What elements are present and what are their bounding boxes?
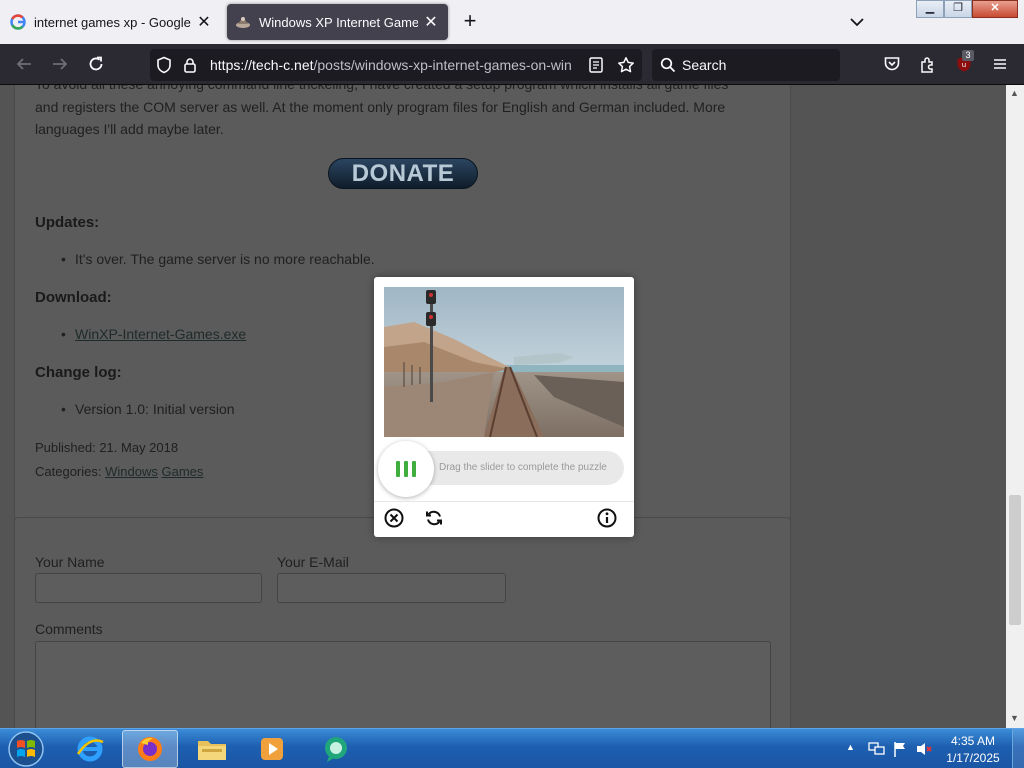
info-icon[interactable] (596, 507, 618, 529)
scroll-up-icon[interactable]: ▲ (1010, 88, 1019, 98)
list-item: It's over. The game server is no more re… (61, 251, 375, 267)
slider-hint: Drag the slider to complete the puzzle (439, 462, 607, 473)
network-icon[interactable] (868, 741, 886, 762)
tab-title: Windows XP Internet Games on (259, 14, 418, 30)
slider-captcha-dialog: Drag the slider to complete the puzzle (374, 277, 634, 537)
extension-badge: 3 (962, 50, 974, 61)
window-close-icon[interactable]: ✕ (972, 0, 1018, 18)
grip-icon (412, 461, 416, 477)
volume-muted-icon[interactable] (915, 741, 933, 762)
email-label: Your E-Mail (277, 554, 349, 570)
grip-icon (396, 461, 400, 477)
list-item: Version 1.0: Initial version (61, 401, 234, 417)
shield-icon[interactable] (152, 53, 176, 77)
comments-label: Comments (35, 621, 103, 637)
scroll-down-icon[interactable]: ▼ (1010, 713, 1019, 723)
scrollbar-thumb[interactable] (1009, 495, 1021, 625)
clock-time[interactable]: 4:35 AM (946, 734, 1000, 748)
plus-icon[interactable]: + (458, 10, 482, 34)
reload-icon[interactable] (84, 52, 108, 76)
site-icon (235, 14, 251, 30)
search-input[interactable]: Search (652, 49, 840, 81)
search-icon (656, 53, 680, 77)
name-field[interactable] (35, 573, 262, 603)
forward-arrow-icon[interactable] (48, 52, 72, 76)
tab-close-icon[interactable]: ✕ (422, 12, 440, 32)
paragraph-line: languages I'll add maybe later. (35, 121, 224, 137)
updates-heading: Updates: (35, 214, 100, 231)
tab-windows-xp-games[interactable]: Windows XP Internet Games on ✕ (227, 4, 448, 40)
published-date: Published: 21. May 2018 (35, 440, 179, 455)
lock-icon[interactable] (178, 53, 202, 77)
svg-text:u: u (962, 61, 966, 69)
category-link-games[interactable]: Games (161, 464, 203, 479)
name-label: Your Name (35, 554, 105, 570)
search-placeholder: Search (682, 57, 727, 73)
google-g-icon (10, 14, 26, 30)
bookmark-star-icon[interactable] (614, 53, 638, 77)
address-bar[interactable]: https://tech-c.net/posts/windows-xp-inte… (150, 49, 642, 81)
list-item: WinXP-Internet-Games.exe (61, 326, 246, 342)
download-link[interactable]: WinXP-Internet-Games.exe (75, 326, 246, 342)
restore-icon[interactable]: ❐ (944, 0, 972, 18)
slider-handle[interactable] (378, 441, 434, 497)
url-path: /posts/windows-xp-internet-games-on-win (313, 57, 572, 73)
file-explorer-icon[interactable] (184, 730, 240, 768)
email-field[interactable] (277, 573, 506, 603)
url-text[interactable]: https://tech-c.net/posts/windows-xp-inte… (210, 57, 580, 73)
divider (374, 501, 634, 502)
back-arrow-icon[interactable] (12, 52, 36, 76)
tab-title: internet games xp - Google Sea (34, 14, 191, 30)
menu-icon[interactable] (988, 52, 1012, 76)
chevron-down-icon[interactable] (846, 12, 868, 32)
download-heading: Download: (35, 289, 112, 306)
chat-app-icon[interactable] (308, 730, 364, 768)
page-scrollbar[interactable]: ▲ ▼ (1006, 85, 1024, 728)
tab-bar: internet games xp - Google Sea ✕ Windows… (0, 0, 1024, 44)
extensions-icon[interactable] (916, 52, 940, 76)
navigation-toolbar: https://tech-c.net/posts/windows-xp-inte… (0, 44, 1024, 85)
internet-explorer-icon[interactable] (62, 730, 118, 768)
categories-label: Categories: (35, 464, 102, 479)
reader-view-icon[interactable] (584, 53, 608, 77)
show-desktop-button[interactable] (1012, 729, 1024, 768)
categories: Categories: Windows Games (35, 461, 203, 483)
pocket-icon[interactable] (880, 52, 904, 76)
close-circle-icon[interactable] (383, 507, 405, 529)
paragraph-line: and registers the COM server as well. At… (35, 99, 726, 115)
minimize-icon[interactable]: ▁ (916, 0, 944, 18)
window-controls: ▁ ❐ ✕ (916, 0, 1018, 20)
comments-textarea[interactable] (35, 641, 771, 728)
clock-date[interactable]: 1/17/2025 (940, 751, 1006, 765)
url-host: https://tech-c.net (210, 57, 314, 73)
media-player-icon[interactable] (244, 730, 300, 768)
firefox-icon[interactable] (122, 730, 178, 768)
show-hidden-icons-icon[interactable]: ▲ (846, 742, 855, 752)
category-link-windows[interactable]: Windows (105, 464, 158, 479)
windows-taskbar: ▲ 4:35 AM 1/17/2025 (0, 728, 1024, 768)
start-button[interactable] (4, 730, 48, 768)
changelog-heading: Change log: (35, 364, 122, 381)
paragraph-line: To avoid all these annoying command line… (35, 85, 728, 95)
refresh-icon[interactable] (423, 507, 445, 529)
grip-icon (404, 461, 408, 477)
tab-close-icon[interactable]: ✕ (195, 12, 213, 32)
puzzle-image (384, 287, 624, 437)
tab-google-search[interactable]: internet games xp - Google Sea ✕ (2, 4, 221, 40)
action-center-flag-icon[interactable] (892, 740, 908, 763)
donate-button[interactable]: DONATE (328, 158, 478, 189)
